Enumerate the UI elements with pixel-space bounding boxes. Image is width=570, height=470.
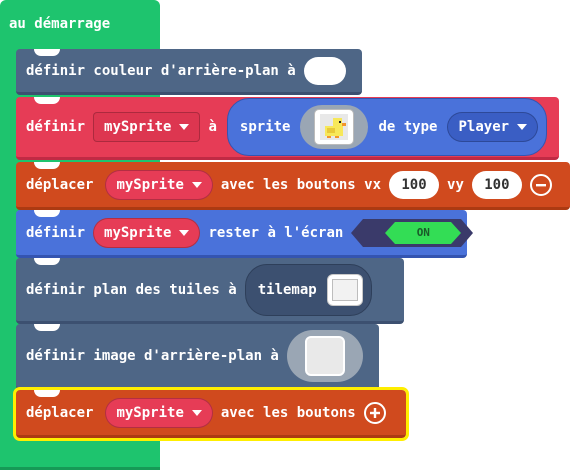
background-image-field[interactable] [286, 329, 363, 382]
minus-icon [535, 183, 546, 186]
toggle-label: ON [416, 226, 430, 239]
variable-name: mySprite [104, 119, 172, 135]
with-buttons-vx-label: avec les boutons vx [220, 176, 382, 193]
set-background-color-label: définir couleur d'arrière-plan à [26, 62, 296, 79]
of-kind-label: de type [378, 119, 438, 135]
with-buttons-label: avec les boutons [220, 404, 356, 421]
move-sprite-with-buttons-block[interactable]: déplacer mySprite avec les boutons [13, 387, 409, 441]
set-tilemap-label: définir plan des tuiles à [26, 281, 237, 298]
variable-dropdown[interactable]: mySprite [105, 397, 213, 428]
sprite-image-frame [314, 109, 355, 145]
set-background-color-block[interactable]: définir couleur d'arrière-plan à [16, 49, 362, 95]
set-label: définir [26, 224, 86, 241]
expand-parameters-button[interactable] [363, 401, 386, 424]
set-background-image-label: définir image d'arrière-plan à [26, 347, 279, 364]
set-sprite-block[interactable]: définir mySprite à sprite de type Player [16, 97, 559, 160]
duck-sprite-icon [320, 114, 349, 140]
chevron-down-icon [191, 409, 202, 416]
plus-icon [369, 407, 380, 418]
vy-input[interactable]: 100 [471, 170, 522, 199]
variable-dropdown[interactable]: mySprite [105, 169, 213, 200]
tilemap-value-block[interactable]: tilemap [244, 263, 372, 316]
set-label: définir [26, 119, 86, 135]
move-sprite-with-buttons-vx-vy-block[interactable]: déplacer mySprite avec les boutons vx 10… [16, 162, 570, 210]
variable-dropdown[interactable]: mySprite [93, 112, 201, 142]
collapse-parameters-button[interactable] [529, 173, 552, 196]
tilemap-label: tilemap [257, 281, 317, 298]
chevron-down-icon [179, 229, 190, 236]
kind-value: Player [458, 119, 510, 135]
sprite-of-kind-block[interactable]: sprite de type Player [226, 98, 548, 156]
vx-input[interactable]: 100 [389, 170, 440, 199]
chevron-down-icon [179, 124, 190, 130]
chevron-down-icon [517, 124, 528, 130]
to-label: à [208, 119, 217, 135]
on-off-toggle[interactable]: ON [351, 218, 474, 247]
on-start-label: au démarrage [9, 16, 111, 32]
move-label: déplacer [26, 176, 94, 193]
variable-name: mySprite [116, 176, 184, 193]
set-tilemap-block[interactable]: définir plan des tuiles à tilemap [16, 258, 404, 324]
sprite-label: sprite [239, 119, 291, 135]
sprite-image-field[interactable] [300, 105, 369, 149]
variable-name: mySprite [116, 404, 184, 421]
set-stay-in-screen-block[interactable]: définir mySprite rester à l'écran ON [16, 210, 474, 258]
vy-label: vy [447, 176, 464, 193]
stay-in-screen-label: rester à l'écran [208, 224, 344, 241]
color-picker[interactable] [303, 56, 346, 85]
variable-dropdown[interactable]: mySprite [93, 217, 201, 248]
tilemap-thumbnail [331, 278, 358, 301]
set-background-image-block[interactable]: définir image d'arrière-plan à [16, 324, 379, 390]
tilemap-image-field[interactable] [326, 273, 363, 306]
chevron-down-icon [191, 181, 202, 188]
variable-name: mySprite [104, 224, 172, 241]
kind-dropdown[interactable]: Player [447, 112, 539, 142]
move-label: déplacer [26, 404, 94, 421]
background-image-thumbnail [304, 335, 345, 376]
